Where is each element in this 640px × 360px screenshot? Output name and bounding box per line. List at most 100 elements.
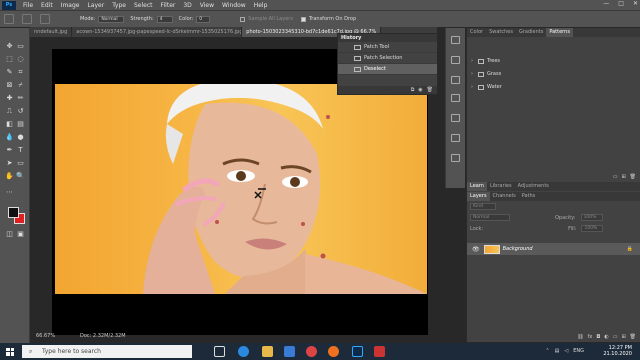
eyedropper-tool-icon[interactable]: ⌿ [16,81,25,90]
type-tool-icon[interactable]: T [16,146,25,155]
pen-tool-icon[interactable]: ✒ [5,146,14,155]
menu-3d[interactable]: 3D [179,2,195,9]
crop-tool-icon[interactable]: ⌗ [16,68,25,77]
tab-nndefault[interactable]: nndefault.jpg [30,27,73,37]
frame-tool-icon[interactable]: ⊠ [5,81,14,90]
more-tools-icon[interactable]: ⋯ [5,188,14,197]
chevron-right-icon[interactable]: › [471,68,473,81]
fx-icon[interactable]: fx [588,334,593,340]
snapshot-icon[interactable]: ◉ [418,86,422,94]
link-layers-icon[interactable]: ⛓ [577,334,583,340]
pattern-folder-water[interactable]: › Water [467,81,640,94]
history-row-deselect[interactable]: Deselect [338,64,437,75]
menu-select[interactable]: Select [130,2,157,9]
tab-patterns[interactable]: Patterns [546,28,573,37]
taskbar-search-input[interactable]: ⌕ Type here to search [22,345,192,358]
volume-icon[interactable]: ◁ [564,348,568,354]
fill-input[interactable]: 100% [581,225,604,232]
pattern-folder-trees[interactable]: › Trees [467,55,640,68]
store-icon[interactable] [284,346,295,357]
task-view-icon[interactable] [214,346,225,357]
glyphs-panel-icon[interactable] [451,154,460,162]
taskbar-clock[interactable]: 12:27 PM 21.10.2020 [603,345,632,357]
menu-filter[interactable]: Filter [157,2,180,9]
history-brush-tool-icon[interactable]: ↺ [16,107,25,116]
menu-file[interactable]: File [19,2,37,9]
rectangle-tool-icon[interactable]: ▭ [16,159,25,168]
chevron-right-icon[interactable]: › [471,55,473,68]
edge-browser-icon[interactable] [238,346,249,357]
path-select-tool-icon[interactable]: ➤ [5,159,14,168]
adjustment-layer-icon[interactable]: ◐ [604,334,608,340]
hand-tool-icon[interactable]: ✋ [5,172,14,181]
new-pattern-icon[interactable]: ⊞ [621,174,625,180]
move-tool-icon[interactable]: ✥ [5,42,14,51]
screen-mode-icon[interactable]: ▣ [16,230,25,239]
kind-filter-select[interactable]: Kind [470,203,496,210]
tab-color[interactable]: Color [467,28,486,37]
strength-input[interactable]: 4 [156,15,173,23]
app-taskbar-icon[interactable] [374,346,385,357]
zoom-tool-icon[interactable]: 🔍 [16,172,25,181]
eye-icon[interactable]: 👁 [472,246,480,253]
new-document-icon[interactable]: ⧉ [411,86,415,94]
history-row-patch-selection[interactable]: Patch Selection [338,53,437,64]
gradient-tool-icon[interactable]: ▤ [16,120,25,129]
tab-learn[interactable]: Learn [467,182,487,191]
clone-source-panel-icon[interactable] [451,94,460,102]
tab-paths[interactable]: Paths [519,192,539,201]
new-group-icon[interactable]: ▭ [613,334,618,340]
paragraph-panel-icon[interactable] [451,134,460,142]
clone-stamp-tool-icon[interactable]: ⎍ [5,107,14,116]
dodge-tool-icon[interactable]: ● [16,133,25,142]
minimize-button[interactable]: — [603,0,609,7]
history-row-patch-tool[interactable]: Patch Tool [338,42,437,53]
menu-layer[interactable]: Layer [83,2,108,9]
menu-edit[interactable]: Edit [37,2,57,9]
quick-mask-icon[interactable]: ◫ [5,230,14,239]
tab-libraries[interactable]: Libraries [487,182,515,191]
lasso-tool-icon[interactable]: ◌ [16,55,25,64]
menu-image[interactable]: Image [57,2,84,9]
foreground-color-swatch[interactable] [8,207,19,218]
firefox-icon[interactable] [328,346,339,357]
photoshop-taskbar-icon[interactable] [352,346,363,357]
home-icon[interactable] [4,14,14,24]
network-icon[interactable]: ▤ [555,348,560,354]
tab-layers[interactable]: Layers [467,192,490,201]
healing-brush-tool-icon[interactable]: ✚ [5,94,14,103]
windows-start-icon[interactable] [6,347,14,356]
artboard-tool-icon[interactable]: ▭ [16,42,25,51]
trash-icon[interactable]: 🗑 [427,86,433,94]
menu-help[interactable]: Help [250,2,272,9]
file-explorer-icon[interactable] [262,346,273,357]
brush-tool-icon[interactable]: ✏ [16,94,25,103]
tab-swatches[interactable]: Swatches [486,28,516,37]
quick-select-tool-icon[interactable]: ✎ [5,68,14,77]
document-image[interactable] [55,84,427,294]
character-panel-icon[interactable] [451,114,460,122]
brush-panel-icon[interactable] [451,76,460,84]
tab-gradients[interactable]: Gradients [516,28,546,37]
mode-select[interactable]: Normal [98,15,125,23]
opera-icon[interactable] [306,346,317,357]
smudge-tool-icon[interactable] [22,14,32,24]
brush-preset-icon[interactable] [40,14,50,24]
doc-size[interactable]: Doc: 2.32M/2.32M [80,333,126,339]
close-button[interactable]: ✕ [633,0,638,7]
trash-icon[interactable]: 🗑 [630,334,636,340]
history-title[interactable]: History [338,34,437,42]
new-folder-icon[interactable]: ▭ [613,174,618,180]
zoom-level[interactable]: 66.67% [36,333,55,339]
tab-adjustments[interactable]: Adjustments [515,182,552,191]
language-indicator[interactable]: ENG [573,348,584,354]
pattern-folder-grass[interactable]: › Grass [467,68,640,81]
menu-view[interactable]: View [196,2,218,9]
trash-icon[interactable]: 🗑 [630,174,636,180]
maximize-button[interactable]: □ [618,0,624,7]
chevron-right-icon[interactable]: › [471,81,473,94]
marquee-tool-icon[interactable]: ⬚ [5,55,14,64]
tab-acown[interactable]: acown-1534937457.jpg-papespeed-lc-dSrkei… [72,27,243,37]
tab-channels[interactable]: Channels [490,192,519,201]
color-input[interactable]: 0 [196,15,211,23]
